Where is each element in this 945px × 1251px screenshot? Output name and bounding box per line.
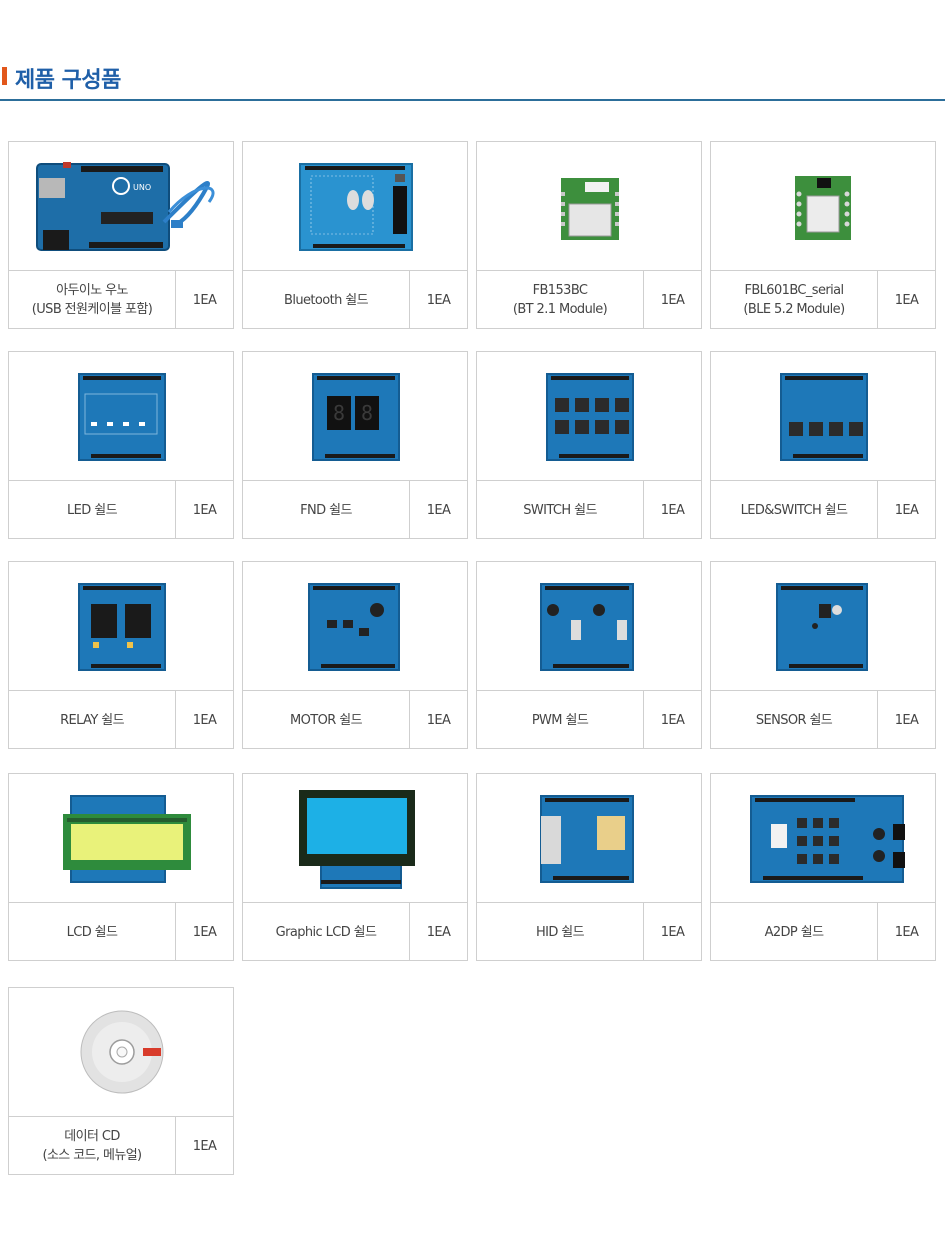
component-name: LED&SWITCH 쉴드 [711, 481, 878, 539]
component-image [9, 562, 233, 691]
component-image: 8 8 [243, 352, 467, 481]
component-qty: 1EA [426, 924, 451, 940]
component-name: FB153BC (BT 2.1 Module) [477, 271, 644, 329]
component-name: Bluetooth 쉴드 [243, 271, 410, 329]
component-name: FND 쉴드 [243, 481, 410, 539]
component-card-motor-shield: MOTOR 쉴드 1EA [242, 561, 468, 749]
switch-shield-icon [546, 373, 634, 461]
led-shield-icon [78, 373, 166, 461]
arduino-uno-board-icon: UNO [36, 162, 215, 251]
component-image [243, 562, 467, 691]
component-qty: 1EA [660, 924, 685, 940]
component-name: FBL601BC_serial (BLE 5.2 Module) [711, 271, 878, 329]
component-qty: 1EA [192, 924, 217, 940]
title-accent-bar [2, 67, 7, 85]
component-image: UNO [9, 142, 233, 271]
component-card-led-shield: LED 쉴드 1EA [8, 351, 234, 539]
component-image [9, 352, 233, 481]
bluetooth-shield-icon [299, 163, 413, 251]
component-card-a2dp-shield: A2DP 쉴드 1EA [710, 773, 936, 961]
graphic-lcd-shield-icon [299, 790, 415, 889]
component-qty: 1EA [894, 502, 919, 518]
component-image [477, 562, 701, 691]
component-qty: 1EA [192, 292, 217, 308]
title-underline [0, 99, 945, 101]
component-name: A2DP 쉴드 [711, 903, 878, 961]
motor-shield-icon [308, 583, 400, 671]
component-qty: 1EA [192, 502, 217, 518]
hid-shield-icon [540, 795, 634, 883]
svg-text:8: 8 [333, 401, 345, 425]
led-switch-shield-icon [780, 373, 868, 461]
relay-shield-icon [78, 583, 166, 671]
component-qty: 1EA [660, 292, 685, 308]
component-image [711, 774, 935, 903]
component-image [711, 142, 935, 271]
component-card-sensor-shield: SENSOR 쉴드 1EA [710, 561, 936, 749]
component-card-fb153bc: FB153BC (BT 2.1 Module) 1EA [476, 141, 702, 329]
component-card-lcd-shield: LCD 쉴드 1EA [8, 773, 234, 961]
sensor-shield-icon [776, 583, 868, 671]
component-card-arduino-uno: UNO 아두이노 우노 (USB 전원케이블 포함) 1EA [8, 141, 234, 329]
component-name: SENSOR 쉴드 [711, 691, 878, 749]
svg-text:8: 8 [361, 401, 373, 425]
component-name: LED 쉴드 [9, 481, 176, 539]
a2dp-shield-icon [750, 795, 905, 883]
component-name: HID 쉴드 [477, 903, 644, 961]
component-card-fbl601bc: FBL601BC_serial (BLE 5.2 Module) 1EA [710, 141, 936, 329]
component-name: 데이터 CD (소스 코드, 메뉴얼) [9, 1117, 176, 1175]
component-name: SWITCH 쉴드 [477, 481, 644, 539]
component-card-hid-shield: HID 쉴드 1EA [476, 773, 702, 961]
component-image [9, 988, 233, 1117]
component-image [711, 562, 935, 691]
section-header: 제품 구성품 [0, 62, 945, 101]
component-name: 아두이노 우노 (USB 전원케이블 포함) [9, 271, 176, 329]
component-card-switch-shield: SWITCH 쉴드 1EA [476, 351, 702, 539]
component-image [477, 774, 701, 903]
data-cd-icon [80, 1010, 164, 1094]
component-qty: 1EA [192, 1138, 217, 1154]
component-image [9, 774, 233, 903]
component-qty: 1EA [426, 712, 451, 728]
component-card-graphic-lcd-shield: Graphic LCD 쉴드 1EA [242, 773, 468, 961]
component-name: PWM 쉴드 [477, 691, 644, 749]
component-qty: 1EA [894, 712, 919, 728]
component-card-led-switch-shield: LED&SWITCH 쉴드 1EA [710, 351, 936, 539]
component-qty: 1EA [660, 502, 685, 518]
lcd-shield-icon [63, 795, 191, 883]
component-image [243, 774, 467, 903]
component-image [477, 142, 701, 271]
component-qty: 1EA [894, 924, 919, 940]
component-image [243, 142, 467, 271]
fnd-shield-icon: 8 8 [312, 373, 400, 461]
component-name: MOTOR 쉴드 [243, 691, 410, 749]
component-name: Graphic LCD 쉴드 [243, 903, 410, 961]
svg-text:UNO: UNO [133, 183, 151, 192]
fb153bc-module-icon [561, 178, 619, 240]
component-card-bluetooth-shield: Bluetooth 쉴드 1EA [242, 141, 468, 329]
component-qty: 1EA [192, 712, 217, 728]
component-qty: 1EA [426, 292, 451, 308]
component-qty: 1EA [894, 292, 919, 308]
component-name: RELAY 쉴드 [9, 691, 176, 749]
component-card-relay-shield: RELAY 쉴드 1EA [8, 561, 234, 749]
section-title: 제품 구성품 [15, 68, 121, 93]
component-image [711, 352, 935, 481]
component-card-data-cd: 데이터 CD (소스 코드, 메뉴얼) 1EA [8, 987, 234, 1175]
component-qty: 1EA [660, 712, 685, 728]
component-card-fnd-shield: 8 8 FND 쉴드 1EA [242, 351, 468, 539]
component-card-pwm-shield: PWM 쉴드 1EA [476, 561, 702, 749]
component-qty: 1EA [426, 502, 451, 518]
component-name: LCD 쉴드 [9, 903, 176, 961]
component-image [477, 352, 701, 481]
pwm-shield-icon [540, 583, 634, 671]
fbl601bc-module-icon [795, 176, 851, 240]
